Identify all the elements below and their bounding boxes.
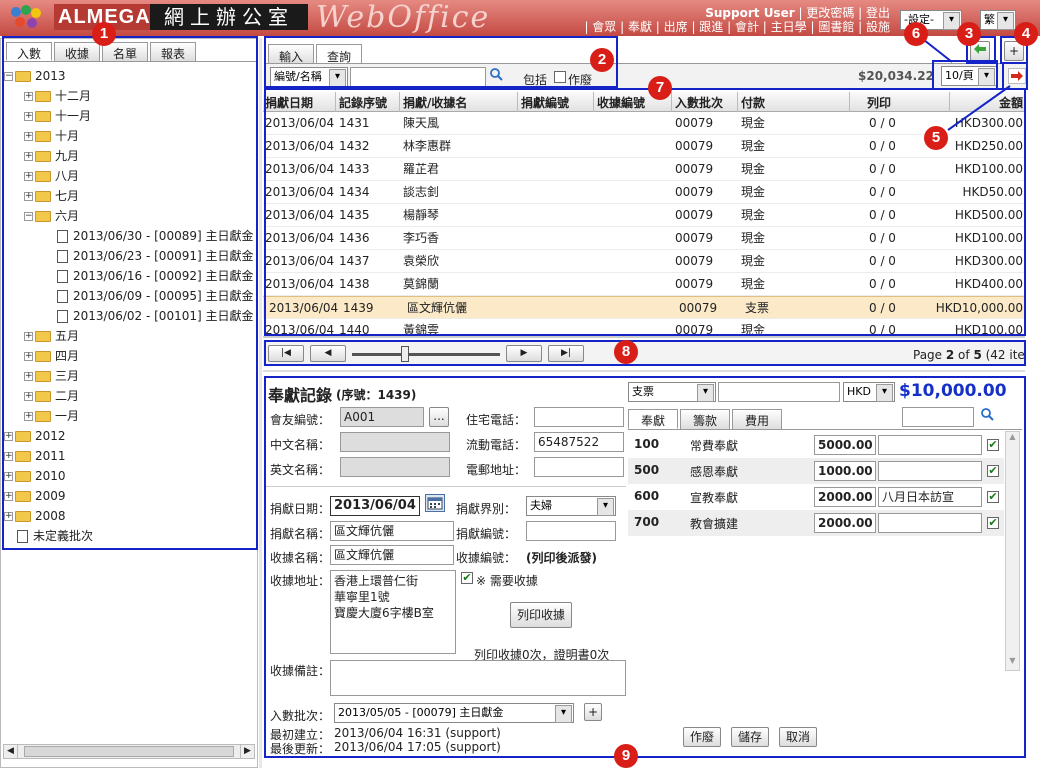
annotation-arrows <box>923 40 1011 131</box>
callout-7: 7 <box>648 76 672 100</box>
callout-3: 3 <box>957 22 981 46</box>
annotation-box-9 <box>264 376 1026 758</box>
splitter[interactable] <box>259 38 262 768</box>
language-select[interactable]: 繁 <box>980 10 1016 30</box>
brand-chinese-name: 網上辦公室 <box>150 4 308 30</box>
module-nav[interactable]: | 會眾 | 奉獻 | 出席 | 跟進 | 會計 | 主日學 | 圖書館 | 設… <box>560 18 890 35</box>
callout-5: 5 <box>924 126 948 150</box>
almega-logo-icon <box>11 5 41 28</box>
callout-4: 4 <box>1014 22 1038 46</box>
callout-1: 1 <box>92 22 116 46</box>
scroll-left-icon[interactable]: ◀ <box>4 745 18 758</box>
callout-6: 6 <box>904 22 928 46</box>
product-name: WebOffice <box>316 0 491 35</box>
tree-hscrollbar[interactable]: ◀ ▶ <box>3 744 255 759</box>
scroll-right-icon[interactable]: ▶ <box>240 745 254 758</box>
annotation-box-8 <box>264 340 1026 366</box>
callout-9: 9 <box>614 744 638 768</box>
scroll-thumb[interactable] <box>24 746 234 757</box>
annotation-box-1 <box>2 36 258 550</box>
callout-8: 8 <box>614 340 638 364</box>
annotation-box-2 <box>264 36 618 88</box>
callout-2: 2 <box>590 48 614 72</box>
